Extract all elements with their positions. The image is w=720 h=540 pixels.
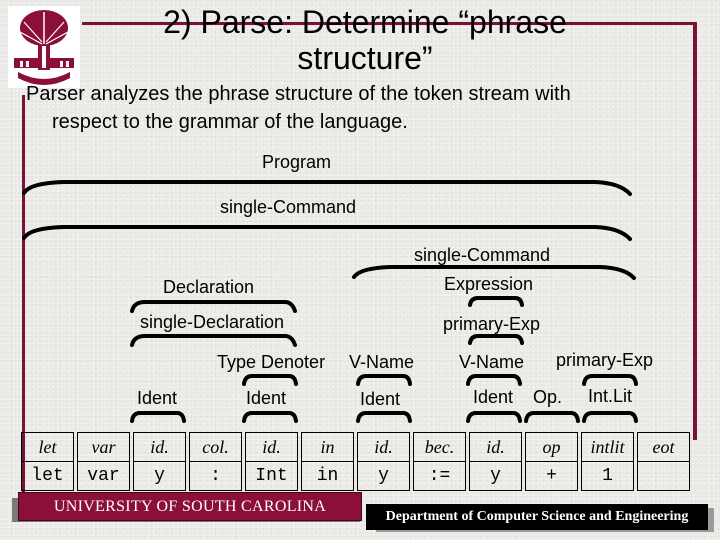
token-spelling: in [301, 462, 354, 491]
token-spelling: let [21, 462, 74, 491]
node-ident-1: Ident [137, 388, 178, 408]
department-banner: Department of Computer Science and Engin… [366, 504, 708, 530]
bracket-expression [468, 296, 524, 307]
node-type-denoter: Type Denoter [217, 352, 326, 372]
node-v-name-2: V-Name [459, 352, 525, 372]
node-ident-2: Ident [246, 388, 287, 408]
node-primary-exp-1: primary-Exp [443, 314, 541, 334]
token-spelling [637, 462, 690, 491]
node-declaration: Declaration [163, 277, 255, 297]
node-expression: Expression [444, 274, 534, 294]
token-kind: intlit [581, 432, 634, 462]
token-kind: var [77, 432, 130, 462]
token-kind: id. [245, 432, 298, 462]
node-ident-4: Ident [473, 387, 514, 407]
bracket-ident-1 [130, 411, 186, 423]
token-spelling: : [189, 462, 242, 491]
bracket-ident-3 [356, 411, 412, 423]
node-ident-3: Ident [360, 389, 401, 409]
bracket-op [524, 411, 580, 423]
token-kind: bec. [413, 432, 466, 462]
bracket-v-name-2 [466, 374, 522, 386]
token-stream-table: let var id. col. id. in id. bec. id. op … [18, 432, 693, 491]
node-v-name-1: V-Name [349, 352, 415, 372]
bracket-v-name-1 [356, 374, 412, 386]
bracket-primary-exp-1 [468, 334, 524, 345]
token-spelling-row: let var y : Int in y := y + 1 [21, 462, 690, 491]
token-kind: id. [133, 432, 186, 462]
bracket-ident-4 [466, 411, 522, 423]
bracket-primary-exp-2 [582, 374, 638, 386]
token-kind: eot [637, 432, 690, 462]
node-single-command-inner: single-Command [414, 245, 551, 265]
token-kind-row: let var id. col. id. in id. bec. id. op … [21, 432, 690, 462]
token-kind: id. [469, 432, 522, 462]
node-primary-exp-2: primary-Exp [556, 350, 654, 370]
token-spelling: var [77, 462, 130, 491]
token-kind: in [301, 432, 354, 462]
node-op: Op. [533, 387, 563, 407]
token-kind: op [525, 432, 578, 462]
bracket-ident-2 [242, 411, 298, 423]
node-single-declaration: single-Declaration [140, 312, 285, 332]
bracket-single-declaration [130, 334, 297, 347]
bracket-single-command-top [22, 225, 632, 241]
token-spelling: y [133, 462, 186, 491]
token-kind: col. [189, 432, 242, 462]
node-int-lit: Int.Lit [588, 386, 633, 406]
token-spelling: := [413, 462, 466, 491]
token-spelling: + [525, 462, 578, 491]
node-single-command-top: single-Command [220, 197, 357, 217]
token-kind: id. [357, 432, 410, 462]
node-program: Program [262, 152, 332, 172]
token-spelling: Int [245, 462, 298, 491]
token-spelling: y [469, 462, 522, 491]
university-banner: UNIVERSITY OF SOUTH CAROLINA [18, 492, 362, 521]
bracket-declaration [130, 300, 297, 313]
token-spelling: 1 [581, 462, 634, 491]
token-kind: let [21, 432, 74, 462]
bracket-program [22, 180, 632, 196]
token-spelling: y [357, 462, 410, 491]
bracket-type-denoter [242, 374, 298, 386]
bracket-int-lit [582, 411, 638, 423]
